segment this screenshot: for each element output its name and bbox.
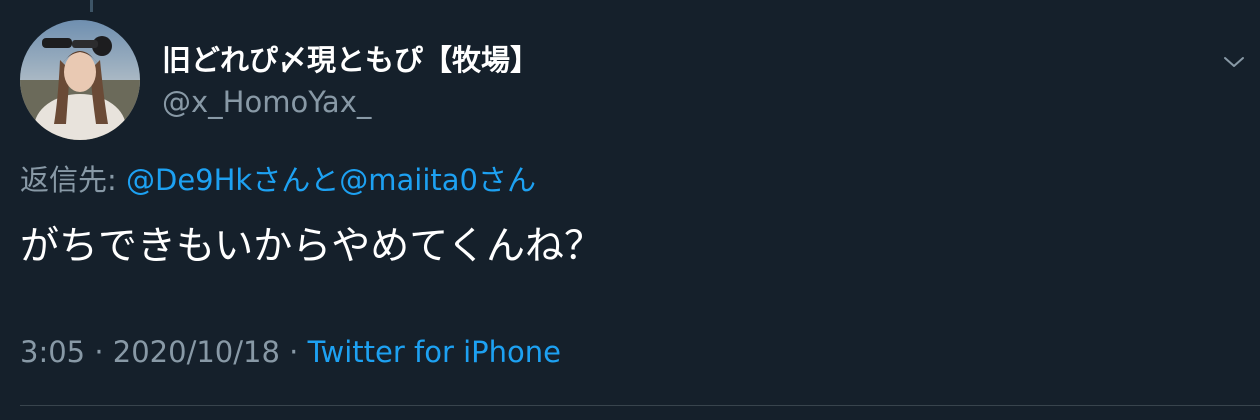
reply-context: 返信先: @De9Hkさんと@maiita0さん (20, 160, 536, 200)
mention-link[interactable]: @De9Hk (126, 163, 252, 197)
meta-separator: · (85, 335, 113, 369)
avatar-photo (20, 20, 140, 140)
avatar[interactable] (20, 20, 140, 140)
reply-suffix[interactable]: さん (478, 163, 536, 197)
user-handle[interactable]: @x_HomoYax_ (162, 82, 371, 122)
tweet-text: がちできもいからやめてくんね？ (20, 224, 604, 269)
mention-link[interactable]: @maiita0 (339, 163, 478, 197)
tweet-detail: 旧どれぴ〆現ともぴ【牧場】 @x_HomoYax_ 返信先: @De9Hkさんと… (0, 0, 1260, 420)
meta-separator: · (279, 335, 308, 369)
tweet-source-link[interactable]: Twitter for iPhone (308, 335, 561, 369)
divider (20, 405, 1260, 406)
display-name[interactable]: 旧どれぴ〆現ともぴ【牧場】 (162, 40, 539, 80)
tweet-metadata: 3:05 · 2020/10/18 · Twitter for iPhone (20, 332, 561, 372)
tweet-time[interactable]: 3:05 (20, 335, 85, 369)
chevron-down-icon[interactable] (1222, 50, 1246, 74)
reply-joiner[interactable]: さんと (252, 163, 339, 197)
tweet-date[interactable]: 2020/10/18 (113, 335, 280, 369)
thread-connector-line (90, 0, 93, 12)
reply-prefix: 返信先: (20, 163, 126, 197)
